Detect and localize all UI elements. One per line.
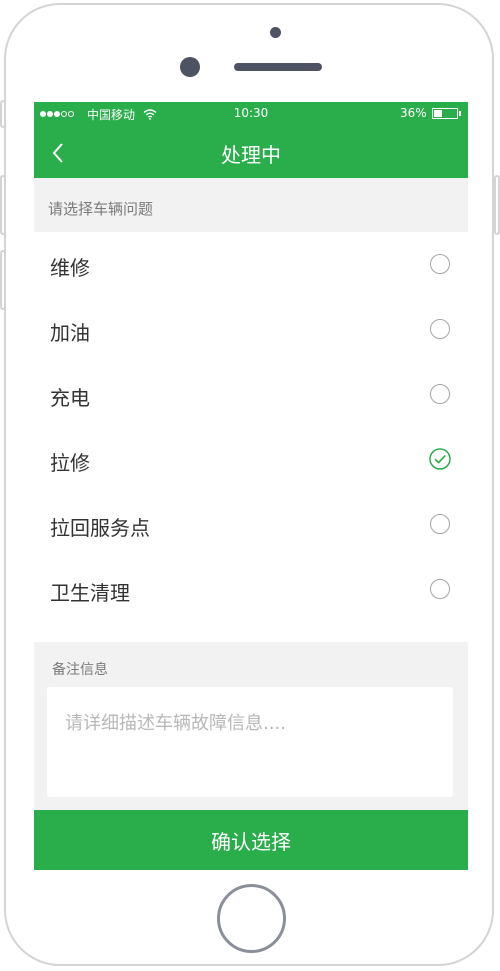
volume-down-button	[0, 250, 6, 310]
option-cleaning[interactable]: 卫生清理	[34, 557, 468, 621]
battery-level	[434, 110, 442, 117]
option-tow-to-service-point[interactable]: 拉回服务点	[34, 492, 468, 556]
radio-unchecked-icon[interactable]	[430, 319, 450, 339]
app-screen: 中国移动 10:30 36% 处理中 请选择车辆问题 维修 加油 充电 拉修 拉…	[34, 102, 468, 870]
battery-tip	[459, 111, 461, 116]
proximity-sensor	[270, 27, 281, 38]
battery-percent: 36%	[400, 106, 427, 120]
option-label: 维修	[50, 256, 90, 280]
option-repair[interactable]: 维修	[34, 232, 468, 296]
remark-label: 备注信息	[52, 662, 108, 678]
issue-prompt: 请选择车辆问题	[48, 200, 154, 218]
radio-unchecked-icon[interactable]	[430, 514, 450, 534]
status-bar: 中国移动 10:30 36%	[34, 102, 468, 126]
front-camera	[180, 57, 200, 77]
issue-option-list: 维修 加油 充电 拉修 拉回服务点 卫生清理	[34, 232, 468, 642]
option-charge[interactable]: 充电	[34, 362, 468, 426]
radio-unchecked-icon[interactable]	[430, 384, 450, 404]
earpiece-speaker	[234, 63, 322, 71]
home-button[interactable]	[217, 884, 286, 953]
power-button	[494, 175, 500, 235]
app-header: 中国移动 10:30 36% 处理中	[34, 102, 468, 178]
option-refuel[interactable]: 加油	[34, 297, 468, 361]
option-tow-repair[interactable]: 拉修	[34, 427, 468, 491]
battery-icon	[432, 108, 458, 119]
mute-switch	[0, 100, 6, 128]
option-label: 拉回服务点	[50, 516, 150, 540]
option-label: 加油	[50, 321, 90, 345]
remark-input[interactable]	[47, 687, 453, 797]
radio-unchecked-icon[interactable]	[430, 579, 450, 599]
option-label: 卫生清理	[50, 581, 130, 605]
volume-up-button	[0, 175, 6, 235]
radio-checked-icon[interactable]	[429, 448, 451, 470]
option-label: 拉修	[50, 451, 90, 475]
option-label: 充电	[50, 386, 90, 410]
radio-unchecked-icon[interactable]	[430, 254, 450, 274]
page-title: 处理中	[221, 143, 281, 167]
confirm-button[interactable]: 确认选择	[34, 810, 468, 870]
